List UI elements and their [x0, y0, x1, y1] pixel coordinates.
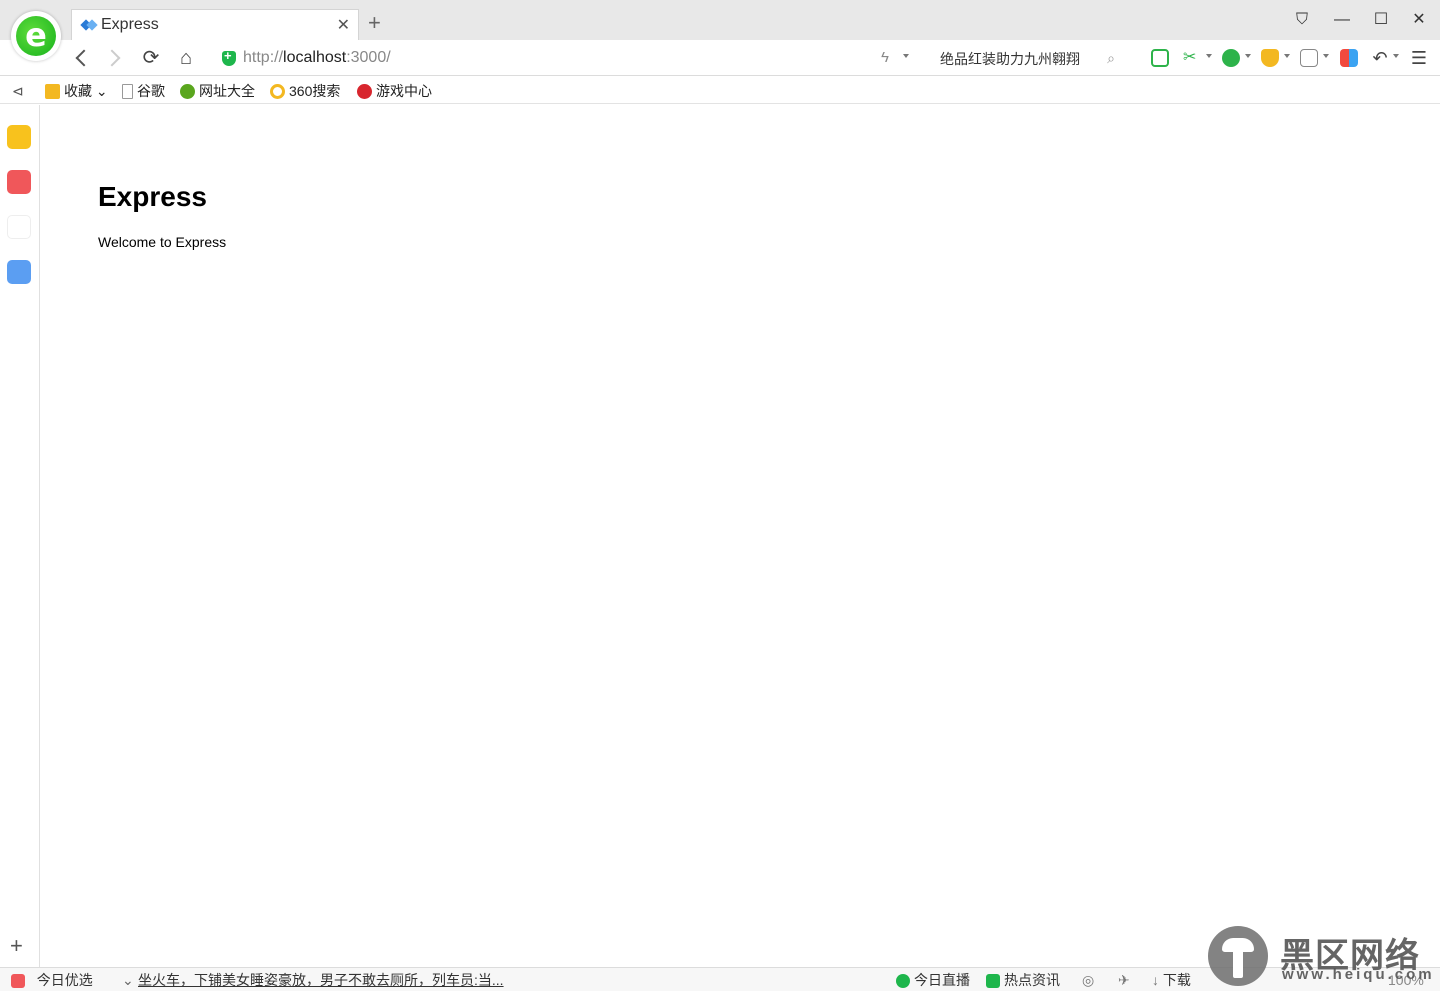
watermark-logo: 黑区网络 www.heiqu.com — [1208, 926, 1440, 991]
bookmark-favorites[interactable]: 收藏 ⌄ — [45, 81, 108, 101]
pin-icon[interactable]: ✈ — [1118, 971, 1130, 989]
page-icon — [122, 84, 133, 99]
address-dropdown-icon[interactable] — [903, 54, 909, 58]
gift-icon — [11, 974, 25, 988]
news-dropdown-icon[interactable]: ⌄ — [122, 971, 134, 989]
sidebar-toggle-icon[interactable]: ⊲ — [12, 81, 24, 101]
lightning-icon[interactable]: ϟ — [874, 47, 896, 69]
address-bar: ⟳ ⌂ http://localhost:3000/ ϟ 绝品红装助力九州翱翔 … — [0, 40, 1440, 76]
sidebar-favorites-icon[interactable] — [7, 125, 31, 149]
back-button[interactable] — [75, 49, 93, 67]
watermark-domain: www.heiqu.com — [1282, 966, 1435, 983]
title-bar: Express ✕ + ⛉ — ☐ ✕ — [0, 0, 1440, 40]
live-button[interactable]: 今日直播 — [896, 971, 970, 989]
shield-dropdown-icon — [1284, 54, 1290, 58]
express-favicon-icon — [82, 19, 96, 31]
news-headline-link[interactable]: 坐火车，下铺美女睡姿豪放，男子不敢去厕所，列车员:当... — [138, 971, 504, 989]
sidebar-mail-icon[interactable] — [7, 260, 31, 284]
bookmark-hao360[interactable]: 网址大全 — [180, 81, 255, 101]
search360-icon — [270, 84, 285, 99]
accelerate-icon[interactable]: ◎ — [1082, 971, 1094, 989]
page-viewport: Express Welcome to Express — [41, 105, 1440, 967]
undo-dropdown-icon — [1393, 54, 1399, 58]
scissors-dropdown-icon — [1206, 54, 1212, 58]
tab-close-icon[interactable]: ✕ — [337, 15, 350, 35]
url-field[interactable]: http://localhost:3000/ — [243, 49, 391, 67]
apps-grid-icon[interactable] — [1340, 49, 1358, 67]
bookmark-360search[interactable]: 360搜索 — [270, 81, 340, 101]
tab-express[interactable]: Express ✕ — [71, 9, 359, 40]
hot-news-icon — [986, 974, 1000, 988]
skin-icon[interactable]: ⛉ — [1291, 9, 1313, 31]
search-input[interactable]: 绝品红装助力九州翱翔 — [940, 49, 1080, 69]
page-heading: Express — [98, 181, 207, 212]
safety-shield-icon[interactable] — [1261, 49, 1279, 67]
star-icon — [45, 84, 60, 99]
maximize-button[interactable]: ☐ — [1370, 9, 1392, 31]
sidebar-news-icon[interactable] — [7, 170, 31, 194]
game-icon[interactable] — [1300, 49, 1318, 67]
search-icon[interactable]: ⌕ — [1100, 47, 1122, 69]
download-button[interactable]: ↓ 下载 — [1152, 971, 1191, 989]
sidebar-add-icon[interactable]: + — [10, 935, 23, 957]
translate-dropdown-icon — [1245, 54, 1251, 58]
forward-button[interactable] — [103, 49, 121, 67]
screenshot-scissors-icon[interactable]: ✂ — [1183, 49, 1201, 67]
play-icon — [896, 974, 910, 988]
reader-icon[interactable] — [1151, 49, 1169, 67]
page-welcome-text: Welcome to Express — [98, 234, 227, 250]
daily-picks[interactable]: 今日优选 — [11, 971, 93, 989]
translate-icon[interactable] — [1222, 49, 1240, 67]
home-button[interactable]: ⌂ — [175, 47, 197, 69]
game-dropdown-icon — [1323, 54, 1329, 58]
close-window-button[interactable]: ✕ — [1408, 9, 1430, 31]
hot-news-button[interactable]: 热点资讯 — [986, 971, 1060, 989]
sidebar-weibo-icon[interactable] — [7, 215, 31, 239]
security-shield-icon[interactable] — [222, 48, 236, 66]
sidebar: + — [0, 105, 40, 967]
undo-icon[interactable]: ↶ — [1369, 47, 1391, 69]
game-center-icon — [357, 84, 372, 99]
bookmarks-bar: ⊲ 收藏 ⌄ 谷歌 网址大全 360搜索 游戏中心 — [0, 77, 1440, 104]
bookmark-game-center[interactable]: 游戏中心 — [357, 81, 432, 101]
reload-button[interactable]: ⟳ — [140, 47, 162, 69]
bookmark-google[interactable]: 谷歌 — [122, 81, 165, 101]
browser-logo-icon[interactable]: e — [11, 11, 61, 61]
download-icon: ↓ — [1152, 972, 1159, 988]
menu-icon[interactable]: ☰ — [1408, 47, 1430, 69]
new-tab-button[interactable]: + — [368, 11, 381, 35]
hao360-icon — [180, 84, 195, 99]
tab-title: Express — [101, 16, 159, 33]
minimize-button[interactable]: — — [1331, 9, 1353, 31]
